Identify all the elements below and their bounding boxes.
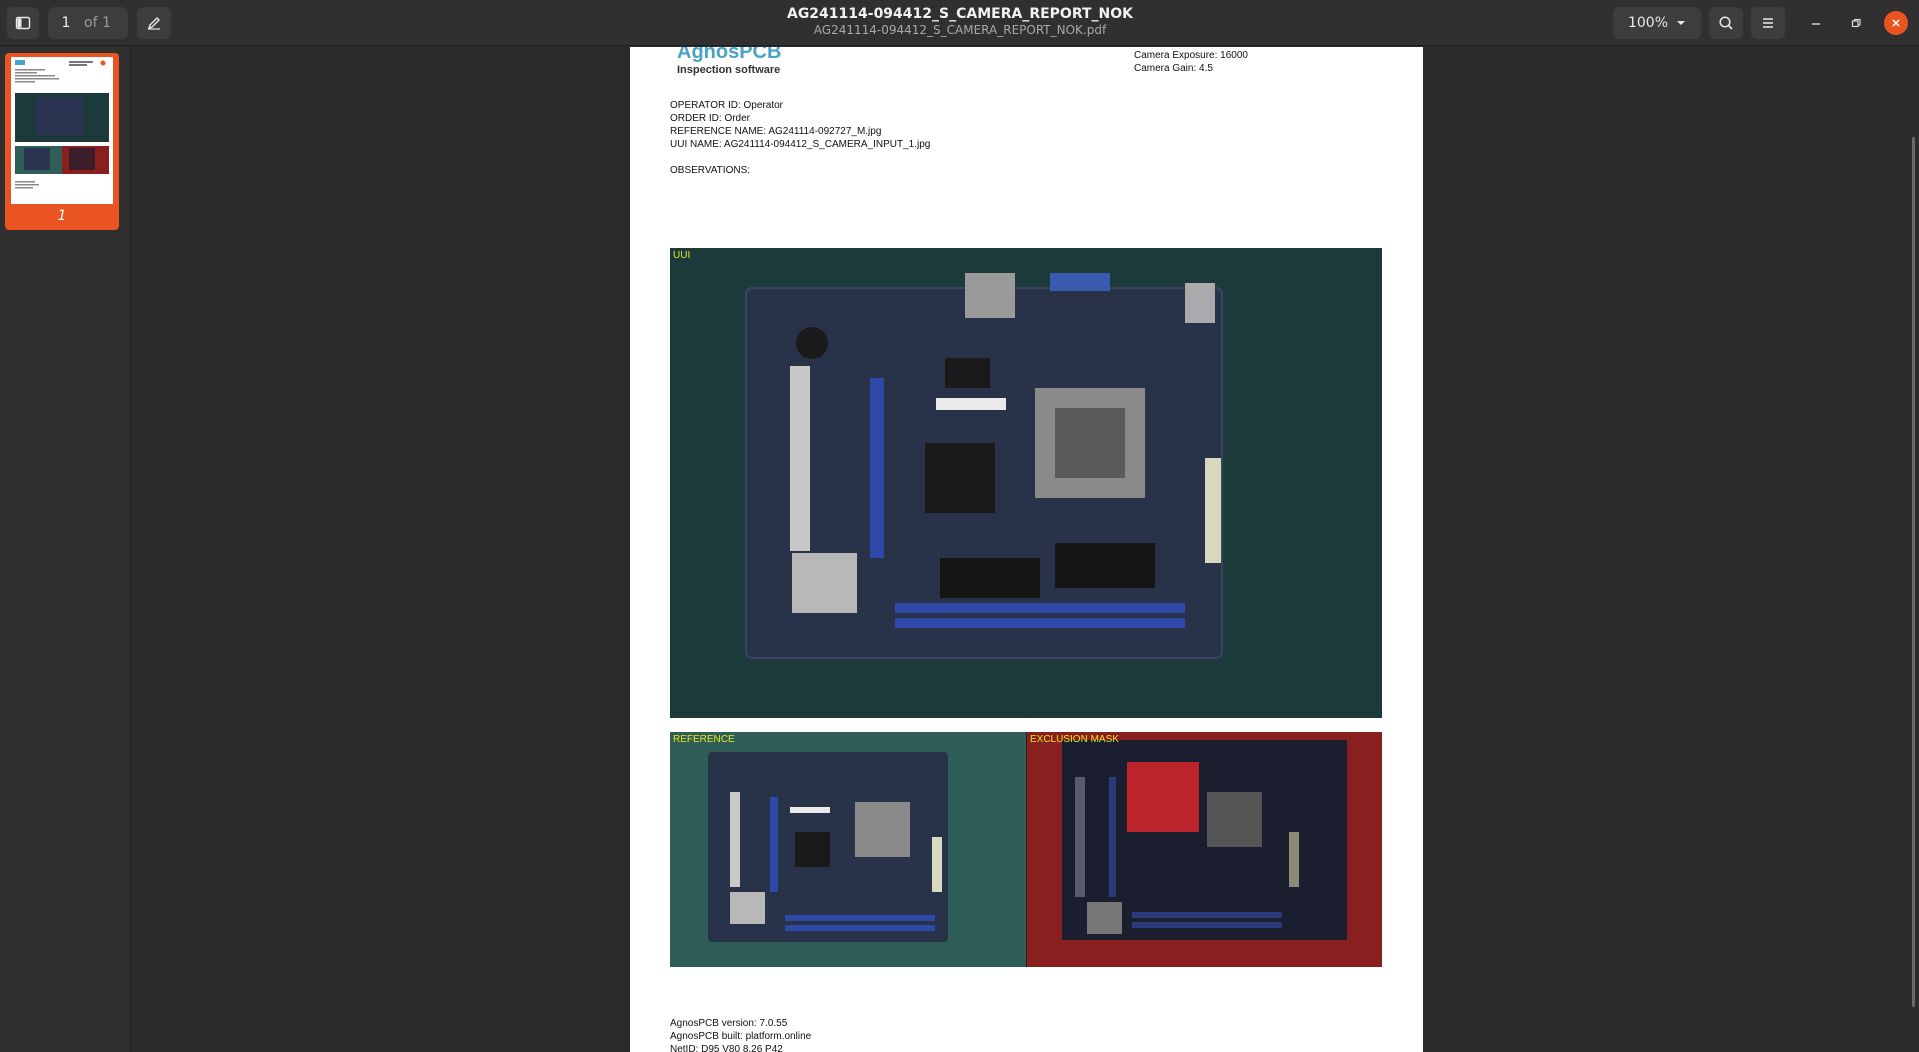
- camera-settings: Camera Exposure: 16000 Camera Gain: 4.5: [1134, 49, 1248, 75]
- page-thumbnail-1[interactable]: 1: [5, 53, 119, 230]
- uui-image: UUI: [670, 248, 1382, 718]
- search-icon: [1719, 16, 1733, 30]
- document-title: AG241114-094412_S_CAMERA_REPORT_NOK: [786, 6, 1133, 22]
- menu-button[interactable]: [1751, 7, 1785, 39]
- page-total: of 1: [84, 15, 111, 31]
- reference-label: REFERENCE: [673, 734, 735, 745]
- logo-subtitle: Inspection software: [677, 64, 781, 76]
- reference-name: REFERENCE NAME: AG241114-092727_M.jpg: [670, 126, 882, 137]
- agnospcb-logo: AgnosPCB Inspection software: [677, 47, 781, 77]
- document-filename: AG241114-094412_S_CAMERA_REPORT_NOK.pdf: [813, 23, 1107, 37]
- annotate-button[interactable]: [137, 7, 171, 39]
- restore-button[interactable]: [1846, 13, 1866, 33]
- report-footer: AgnosPCB version: 7.0.55 AgnosPCB built:…: [670, 1017, 811, 1052]
- reference-image: REFERENCE: [670, 732, 1026, 967]
- search-button[interactable]: [1709, 7, 1743, 39]
- page-current[interactable]: 1: [48, 15, 84, 31]
- minimize-button[interactable]: [1806, 13, 1826, 33]
- document-viewer[interactable]: AgnosPCB Inspection software Camera Expo…: [132, 47, 1919, 1052]
- header-bar: 1 of 1 AG241114-094412_S_CAMERA_REPORT_N…: [0, 0, 1919, 46]
- pen-icon: [147, 17, 160, 30]
- observations: OBSERVATIONS:: [670, 165, 751, 176]
- exclusion-mask-label: EXCLUSION MASK: [1030, 734, 1119, 745]
- uui-label: UUI: [673, 250, 691, 261]
- hamburger-menu-icon: [1763, 18, 1773, 28]
- logo-name: AgnosPCB: [677, 47, 782, 63]
- restore-icon: [1851, 18, 1861, 28]
- footer-built: AgnosPCB built: platform.online: [670, 1031, 812, 1042]
- thumbnail-image: [15, 60, 109, 189]
- minimize-icon: [1812, 23, 1820, 25]
- report-metadata: OPERATOR ID: Operator ORDER ID: Order RE…: [670, 99, 930, 177]
- sidebar-toggle-icon: [15, 16, 31, 30]
- uui-board-image: [745, 273, 1223, 659]
- chevron-down-icon: [1677, 21, 1686, 25]
- zoom-select[interactable]: 100%: [1613, 7, 1701, 39]
- sidebar-toggle-button[interactable]: [7, 7, 39, 39]
- thumbnail-sidebar: 1: [0, 47, 131, 1052]
- camera-gain: Camera Gain: 4.5: [1134, 63, 1213, 74]
- page-number-field[interactable]: 1 of 1: [48, 7, 128, 39]
- window-title: AG241114-094412_S_CAMERA_REPORT_NOK AG24…: [700, 5, 1220, 38]
- zoom-value: 100%: [1627, 15, 1669, 31]
- exclusion-mask-image: EXCLUSION MASK: [1026, 732, 1382, 967]
- footer-version: AgnosPCB version: 7.0.55: [670, 1018, 788, 1029]
- order-id: ORDER ID: Order: [670, 113, 751, 124]
- uui-name: UUI NAME: AG241114-094412_S_CAMERA_INPUT…: [670, 139, 931, 150]
- pdf-page: AgnosPCB Inspection software Camera Expo…: [630, 47, 1423, 1052]
- footer-netid: NetID: D95 V80 8.26 P42: [670, 1044, 783, 1052]
- vertical-scrollbar[interactable]: [1912, 137, 1915, 1007]
- thumbnail-preview: [11, 57, 113, 204]
- close-icon: [1892, 19, 1900, 27]
- operator-id: OPERATOR ID: Operator: [670, 100, 783, 111]
- camera-exposure: Camera Exposure: 16000: [1134, 50, 1248, 61]
- close-button[interactable]: [1884, 11, 1908, 35]
- thumbnail-page-number: 1: [57, 208, 67, 224]
- exclusion-mask-board-image: [1062, 740, 1347, 940]
- reference-board-image: [708, 752, 948, 942]
